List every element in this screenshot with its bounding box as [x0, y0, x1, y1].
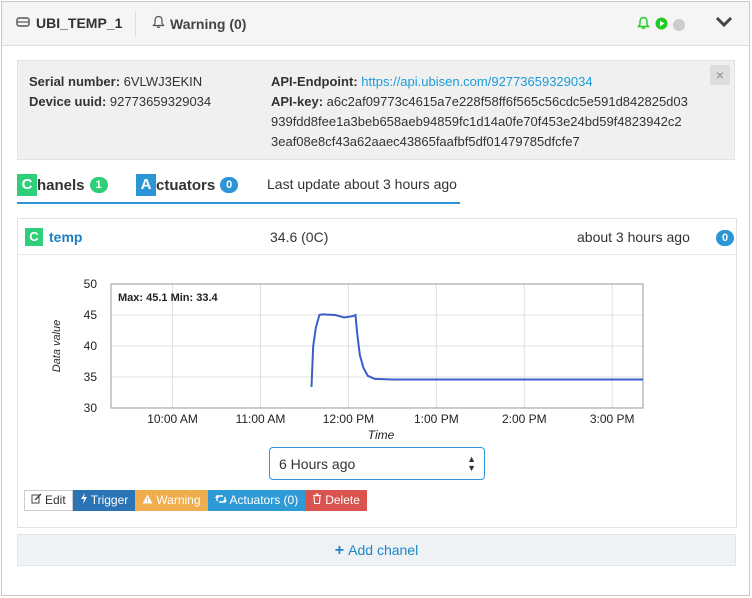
trigger-button[interactable]: Trigger — [72, 490, 136, 511]
panel-header: UBI_TEMP_1 Warning (0) — [2, 2, 749, 46]
serial-label: Serial number: — [29, 74, 121, 89]
chanels-letter-badge: C — [17, 174, 37, 196]
y-tick-label: 40 — [84, 339, 98, 353]
device-ids: Serial number: 6VLWJ3EKIN Device uuid: 9… — [29, 72, 211, 112]
uuid-value: 92773659329034 — [109, 94, 212, 109]
channel-actions: Edit Trigger Warning Actuators (0) Delet… — [24, 490, 367, 511]
channel-name: temp — [49, 229, 83, 245]
chart-annotation: Max: 45.1 Min: 33.4 — [118, 292, 219, 304]
x-tick-label: 11:00 AM — [236, 412, 286, 426]
play-status-icon[interactable] — [655, 17, 668, 33]
channel-value: 34.6 (0C) — [270, 229, 329, 245]
actuators-letter-badge: A — [136, 174, 156, 196]
api-info: API-Endpoint: https://api.ubisen.com/927… — [271, 72, 721, 152]
channel-card: C temp 34.6 (0C) about 3 hours ago 0 30 3… — [17, 218, 737, 528]
actuators-button-label: Actuators (0) — [229, 493, 299, 507]
warning-button-label: Warning — [156, 493, 201, 507]
channel-count-badge: 0 — [716, 230, 734, 246]
x-axis-label: Time — [368, 428, 395, 442]
warning-icon — [142, 491, 153, 510]
api-key-line-2: 939fdd8fee1a3beb658aeb94859fc1d14a0fe70f… — [271, 114, 682, 129]
device-title[interactable]: UBI_TEMP_1 — [16, 15, 122, 31]
actuators-button[interactable]: Actuators (0) — [207, 490, 306, 511]
status-icons — [637, 16, 685, 33]
retweet-icon — [214, 491, 227, 510]
channel-name-link[interactable]: C temp — [25, 228, 82, 246]
x-tick-labels: 10:00 AM 11:00 AM 12:00 PM 1:00 PM 2:00 PM 3:… — [147, 412, 634, 426]
plus-icon: + — [334, 542, 345, 559]
key-label: API-key: — [271, 94, 324, 109]
channel-time: about 3 hours ago — [577, 229, 690, 245]
trash-icon — [312, 491, 322, 510]
api-key-line-1: a6c2af09773c4615a7e228f58ff6f565c56cdc5e… — [326, 94, 688, 109]
delete-label: Delete — [325, 493, 360, 507]
tab-bar: C hanels 1 A ctuators 0 Last update abou… — [17, 172, 460, 204]
y-axis-label: Data value — [51, 320, 63, 373]
x-tick-label: 2:00 PM — [502, 412, 547, 426]
x-tick-label: 1:00 PM — [414, 412, 459, 426]
delete-button[interactable]: Delete — [305, 490, 367, 511]
bell-status-icon[interactable] — [637, 16, 650, 33]
edit-icon — [31, 491, 42, 510]
header-divider — [135, 12, 136, 36]
series-line — [310, 313, 643, 387]
last-update-text: Last update about 3 hours ago — [267, 176, 457, 192]
device-name: UBI_TEMP_1 — [36, 15, 123, 31]
edit-label: Edit — [45, 493, 66, 507]
device-icon — [16, 15, 30, 31]
y-tick-label: 30 — [84, 401, 98, 415]
serial-value: 6VLWJ3EKIN — [123, 74, 203, 89]
chevron-down-icon[interactable] — [714, 14, 734, 33]
x-tick-label: 12:00 PM — [323, 412, 374, 426]
bolt-icon — [80, 491, 88, 510]
chanels-count-badge: 1 — [89, 177, 108, 193]
y-tick-labels: 30 35 40 45 50 — [84, 277, 98, 415]
idle-status-dot[interactable] — [673, 18, 685, 31]
bell-icon — [152, 15, 165, 32]
warning-label: Warning (0) — [170, 15, 247, 32]
warning-header[interactable]: Warning (0) — [152, 15, 246, 32]
channel-header: C temp 34.6 (0C) about 3 hours ago 0 — [18, 219, 736, 255]
tab-chanels[interactable]: C hanels 1 — [17, 174, 108, 196]
actuators-count-badge: 0 — [220, 177, 239, 193]
y-tick-label: 35 — [84, 370, 98, 384]
device-info-box: × Serial number: 6VLWJ3EKIN Device uuid:… — [17, 60, 735, 160]
endpoint-label: API-Endpoint: — [271, 74, 358, 89]
channel-letter-badge: C — [25, 228, 43, 246]
tab-actuators-label: ctuators — [156, 176, 216, 194]
x-tick-label: 3:00 PM — [590, 412, 635, 426]
uuid-label: Device uuid: — [29, 94, 107, 109]
tab-chanels-label: hanels — [37, 176, 85, 194]
time-range-value: 6 Hours ago — [279, 456, 356, 472]
y-tick-label: 45 — [84, 308, 98, 322]
time-range-select[interactable]: 6 Hours ago ▲ ▼ — [269, 447, 485, 480]
select-arrows-icon: ▲ ▼ — [467, 454, 476, 473]
endpoint-link[interactable]: https://api.ubisen.com/92773659329034 — [361, 74, 592, 89]
add-chanel-button[interactable]: + Add chanel — [17, 534, 736, 566]
y-tick-label: 50 — [84, 277, 98, 291]
tab-actuators[interactable]: A ctuators 0 — [136, 174, 239, 196]
api-key-line-3: 3eaf08e8cf43a62aaec43865faafbf5df0147978… — [271, 134, 580, 149]
warning-button[interactable]: Warning — [135, 490, 208, 511]
line-chart: 30 35 40 45 50 10:00 AM 11:00 AM 12:00 PM 1:00 … — [51, 277, 644, 442]
edit-button[interactable]: Edit — [24, 490, 73, 511]
trigger-label: Trigger — [90, 493, 129, 507]
add-chanel-label: Add chanel — [348, 542, 419, 558]
x-tick-label: 10:00 AM — [147, 412, 198, 426]
device-panel: UBI_TEMP_1 Warning (0) × Serial number: … — [1, 1, 750, 596]
